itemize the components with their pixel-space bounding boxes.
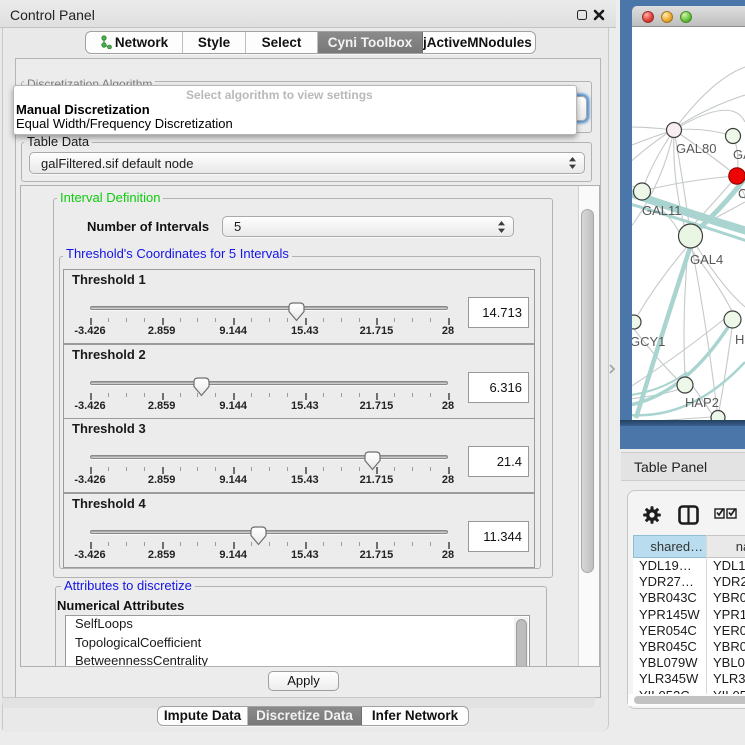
svg-text:GAL4: GAL4 xyxy=(690,252,723,267)
svg-text:H: H xyxy=(735,332,744,347)
svg-text:GAL80: GAL80 xyxy=(676,141,716,156)
svg-text:GCY1: GCY1 xyxy=(632,334,665,349)
svg-text:HAP2: HAP2 xyxy=(685,395,719,410)
svg-text:GA: GA xyxy=(733,147,745,162)
svg-text:C: C xyxy=(738,186,745,201)
svg-text:GAL11: GAL11 xyxy=(642,203,682,218)
